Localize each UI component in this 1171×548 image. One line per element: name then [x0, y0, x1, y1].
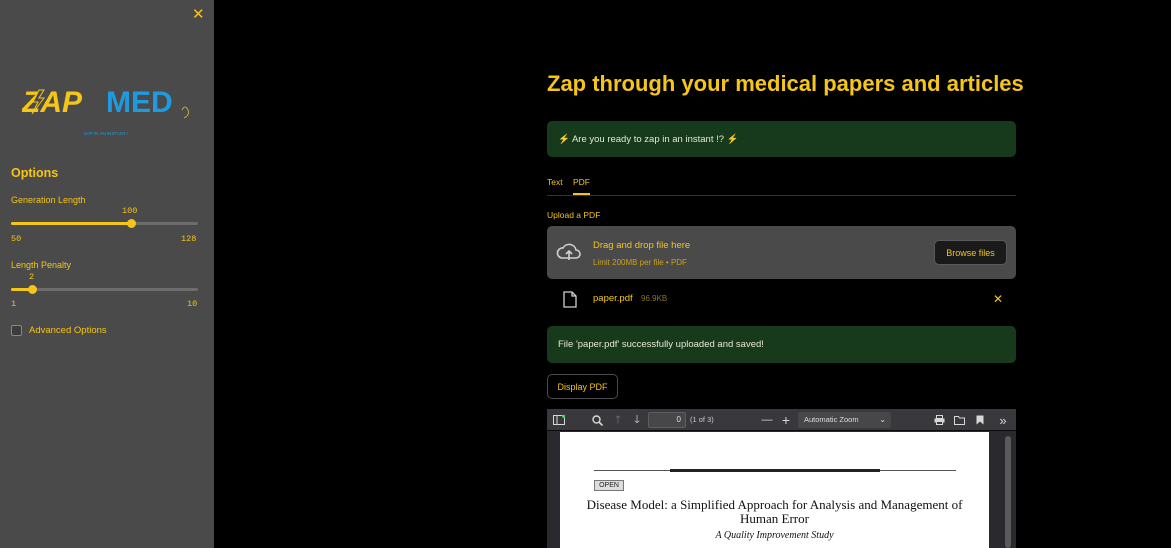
- pdf-toolbar: 🡑 🡓 0 (1 of 3) — + Automatic Zoom ⌄ »: [547, 409, 1016, 431]
- success-banner: File 'paper.pdf' successfully uploaded a…: [547, 326, 1016, 363]
- file-icon: [563, 291, 577, 308]
- close-icon[interactable]: ✕: [192, 5, 205, 23]
- app-root: ✕ ZAP MED ZAP IN AN INSTANT ! Options Ge…: [0, 0, 1171, 548]
- uploaded-file-row: paper.pdf 96.9KB ✕: [547, 287, 1016, 311]
- generation-length-min: 50: [11, 234, 22, 244]
- length-penalty-label: Length Penalty: [11, 260, 72, 270]
- length-penalty-min: 1: [11, 299, 17, 309]
- dropzone-limit: Limit 200MB per file • PDF: [593, 258, 687, 267]
- tab-bar: Text PDF: [547, 175, 1016, 196]
- generation-length-max: 128: [181, 234, 197, 244]
- length-penalty-value: 2: [29, 272, 35, 282]
- bookmark-icon[interactable]: [972, 412, 988, 428]
- zoom-select[interactable]: Automatic Zoom ⌄: [798, 412, 891, 428]
- tab-text[interactable]: Text: [547, 177, 563, 193]
- ready-banner: ⚡ Are you ready to zap in an instant !? …: [547, 121, 1016, 157]
- save-icon[interactable]: [951, 412, 967, 428]
- logo-zap-text: ZAP: [22, 86, 83, 119]
- tools-menu-icon[interactable]: »: [995, 412, 1011, 428]
- file-dropzone[interactable]: Drag and drop file here Limit 200MB per …: [547, 226, 1016, 279]
- generation-length-slider[interactable]: [11, 219, 198, 228]
- logo-med-text: MED: [106, 86, 173, 119]
- page-rule-bold: [670, 469, 880, 472]
- checkbox-box[interactable]: [11, 325, 22, 336]
- length-penalty-thumb[interactable]: [27, 285, 37, 294]
- print-icon[interactable]: [931, 412, 947, 428]
- dropzone-instructions: Drag and drop file here: [593, 240, 691, 251]
- generation-length-fill: [11, 222, 131, 225]
- zoom-in-icon[interactable]: +: [778, 412, 794, 428]
- zoom-select-value: Automatic Zoom: [804, 415, 859, 424]
- remove-file-icon[interactable]: ✕: [993, 292, 1003, 306]
- options-title: Options: [11, 166, 59, 180]
- zap-med-logo: ZAP MED ZAP IN AN INSTANT !: [22, 86, 189, 136]
- sidebar-toggle-icon[interactable]: [551, 412, 567, 428]
- advanced-options-label: Advanced Options: [29, 325, 107, 336]
- file-size: 96.9KB: [641, 294, 668, 303]
- length-penalty-slider[interactable]: [11, 285, 198, 294]
- open-access-tag: OPEN: [594, 480, 624, 491]
- cloud-upload-icon: [556, 243, 581, 260]
- pdf-scrollbar[interactable]: [1005, 436, 1011, 548]
- pdf-canvas-area: OPEN Disease Model: a Simplified Approac…: [547, 431, 1016, 548]
- advanced-options-checkbox[interactable]: Advanced Options: [11, 325, 107, 336]
- upload-label: Upload a PDF: [547, 210, 601, 220]
- next-page-icon[interactable]: 🡓: [629, 412, 645, 428]
- zoom-out-icon[interactable]: —: [759, 412, 775, 428]
- page-title: Zap through your medical papers and arti…: [547, 71, 1024, 96]
- previous-page-icon[interactable]: 🡑: [610, 412, 626, 428]
- chevron-down-icon: ⌄: [879, 415, 886, 424]
- display-pdf-button[interactable]: Display PDF: [547, 374, 618, 399]
- generation-length-label: Generation Length: [11, 195, 86, 205]
- sidebar: ✕ ZAP MED ZAP IN AN INSTANT ! Options Ge…: [0, 0, 214, 548]
- pdf-viewer: 🡑 🡓 0 (1 of 3) — + Automatic Zoom ⌄ » OP…: [547, 409, 1016, 548]
- document-title: Disease Model: a Simplified Approach for…: [586, 497, 963, 526]
- pdf-page: OPEN Disease Model: a Simplified Approac…: [560, 432, 989, 548]
- file-name: paper.pdf: [593, 293, 633, 304]
- logo-swoosh: [181, 106, 189, 119]
- page-number-input[interactable]: 0: [648, 412, 686, 428]
- document-subtitle: A Quality Improvement Study: [715, 530, 834, 541]
- search-icon[interactable]: [589, 412, 605, 428]
- tab-pdf[interactable]: PDF: [573, 177, 590, 195]
- page-count: (1 of 3): [690, 415, 714, 424]
- generation-length-thumb[interactable]: [126, 219, 136, 228]
- logo-tagline: ZAP IN AN INSTANT !: [84, 131, 128, 136]
- length-penalty-max: 10: [187, 299, 198, 309]
- browse-files-button[interactable]: Browse files: [934, 240, 1007, 265]
- generation-length-value: 100: [122, 206, 138, 216]
